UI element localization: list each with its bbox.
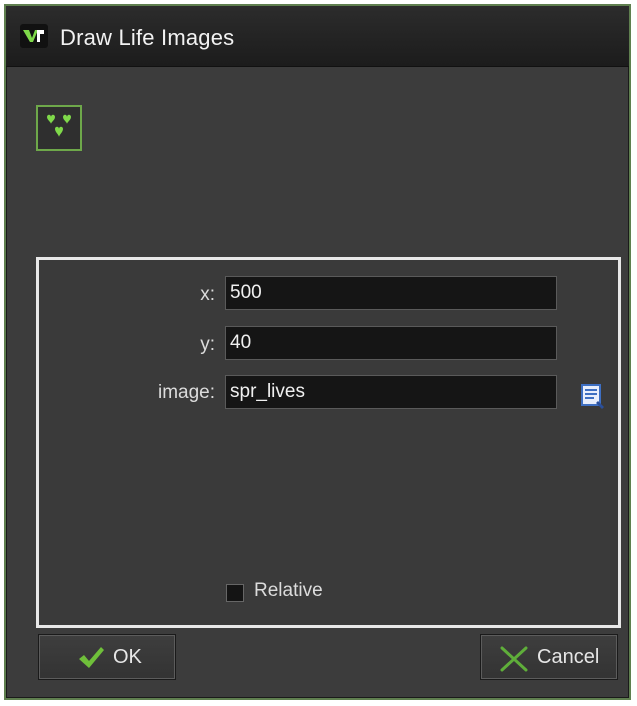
- relative-checkbox[interactable]: [226, 584, 244, 602]
- x-input[interactable]: [225, 276, 557, 310]
- cancel-x-icon: [499, 645, 529, 679]
- game-maker-icon: [20, 24, 48, 48]
- checkmark-icon: [77, 645, 105, 677]
- image-label: image:: [157, 382, 215, 403]
- cancel-label: Cancel: [537, 646, 600, 668]
- browse-sprite-icon[interactable]: [580, 383, 606, 411]
- dialog-window: Draw Life Images x: y: image: Relative: [4, 4, 631, 700]
- y-input[interactable]: [225, 326, 557, 360]
- y-label: y:: [200, 334, 215, 355]
- cancel-button[interactable]: Cancel: [480, 634, 618, 680]
- window-title: Draw Life Images: [60, 25, 235, 50]
- relative-label[interactable]: Relative: [254, 580, 323, 602]
- ok-button[interactable]: OK: [38, 634, 176, 680]
- life-images-icon: [36, 105, 82, 151]
- title-bar[interactable]: Draw Life Images: [6, 6, 629, 67]
- arguments-panel: x: y: image: Relative: [36, 257, 621, 628]
- image-input[interactable]: [225, 375, 557, 409]
- x-label: x:: [200, 284, 215, 305]
- ok-label: OK: [113, 646, 142, 668]
